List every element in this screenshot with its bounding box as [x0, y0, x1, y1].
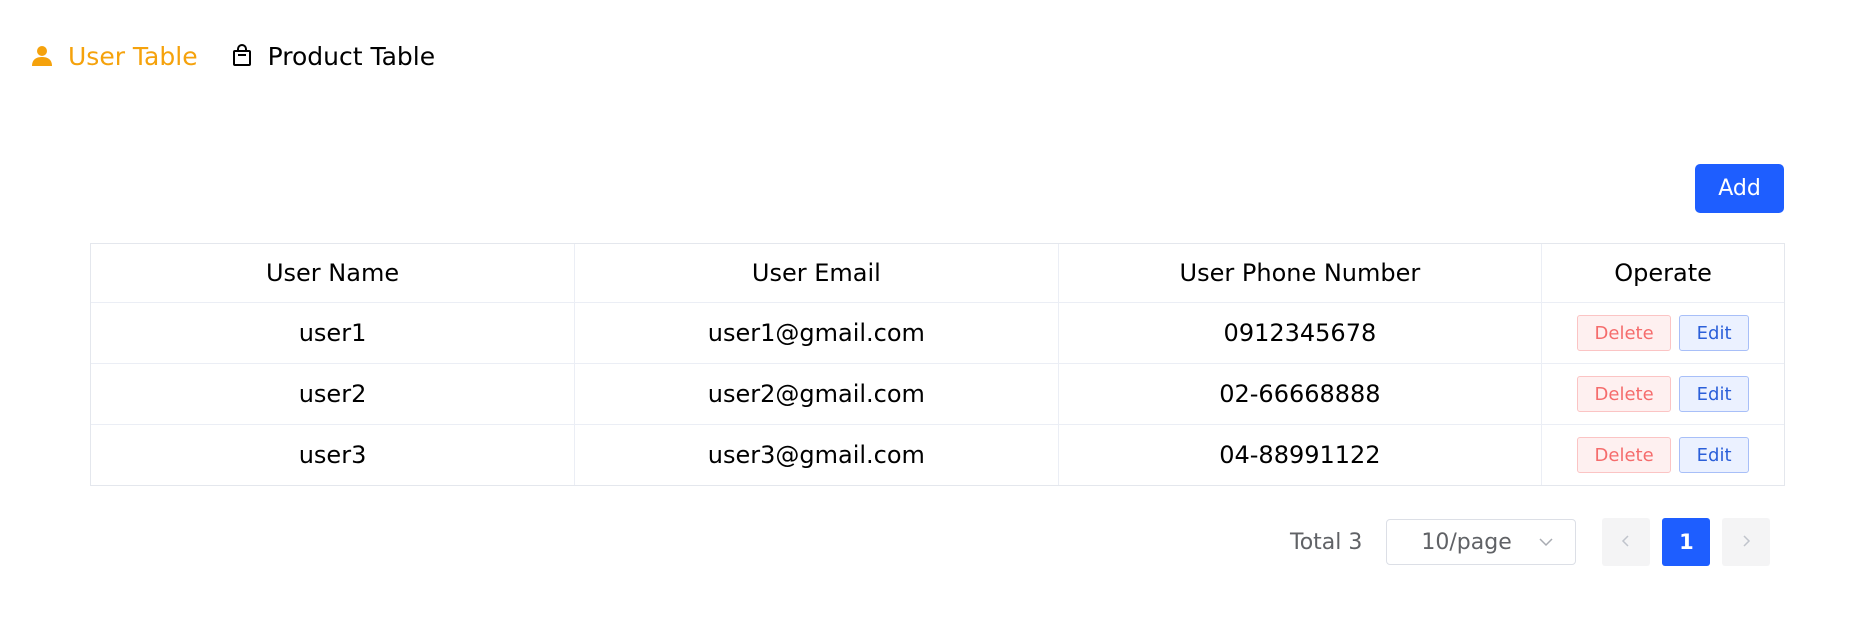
cell-operate: Delete Edit	[1541, 302, 1784, 364]
menu-item-label: User Table	[68, 41, 198, 71]
cell-operate: Delete Edit	[1541, 363, 1784, 425]
shopping-bag-icon	[230, 44, 254, 68]
table-row: user2 user2@gmail.com 02-66668888 Delete…	[91, 363, 1784, 425]
column-header-user-email: User Email	[574, 244, 1059, 303]
column-header-user-name: User Name	[91, 244, 576, 303]
row-actions: Delete Edit	[1542, 437, 1784, 473]
cell-user-phone: 02-66668888	[1058, 363, 1543, 425]
delete-button[interactable]: Delete	[1577, 376, 1672, 412]
user-table: User Name User Email User Phone Number O…	[90, 243, 1785, 486]
edit-button[interactable]: Edit	[1679, 376, 1750, 412]
cell-user-name: user3	[91, 424, 576, 485]
cell-user-email: user1@gmail.com	[574, 302, 1059, 364]
row-actions: Delete Edit	[1542, 376, 1784, 412]
cell-user-name: user2	[91, 363, 576, 425]
column-header-user-phone: User Phone Number	[1058, 244, 1543, 303]
table-row: user3 user3@gmail.com 04-88991122 Delete…	[91, 424, 1784, 486]
page-size-value: 10/page	[1421, 529, 1512, 555]
page-number-current[interactable]: 1	[1662, 518, 1711, 566]
cell-user-email: user3@gmail.com	[574, 424, 1059, 485]
delete-button[interactable]: Delete	[1577, 315, 1672, 351]
menu-item-product-table[interactable]: Product Table	[230, 41, 436, 71]
cell-user-phone: 0912345678	[1058, 302, 1543, 364]
delete-button[interactable]: Delete	[1577, 437, 1672, 473]
table-row: user1 user1@gmail.com 0912345678 Delete …	[91, 302, 1784, 364]
table-header-row: User Name User Email User Phone Number O…	[91, 244, 1784, 303]
cell-user-phone: 04-88991122	[1058, 424, 1543, 485]
menu-item-label: Product Table	[267, 41, 436, 71]
cell-operate: Delete Edit	[1542, 425, 1784, 486]
page-size-select[interactable]: 10/page	[1386, 519, 1577, 565]
column-header-operate: Operate	[1541, 244, 1784, 303]
pagination: Total 3 10/page 1	[1290, 518, 1771, 566]
cell-user-name: user1	[91, 302, 576, 364]
row-actions: Delete Edit	[1542, 315, 1784, 351]
edit-button[interactable]: Edit	[1679, 437, 1750, 473]
chevron-right-icon	[1739, 533, 1753, 552]
user-icon	[30, 44, 54, 68]
add-button[interactable]: Add	[1695, 164, 1784, 213]
total-count: Total 3	[1290, 529, 1363, 555]
chevron-left-icon	[1619, 533, 1633, 552]
prev-page-button[interactable]	[1602, 518, 1651, 566]
cell-user-email: user2@gmail.com	[574, 363, 1059, 425]
top-menu: User Table Product Table	[30, 36, 467, 76]
edit-button[interactable]: Edit	[1679, 315, 1750, 351]
menu-item-user-table[interactable]: User Table	[30, 42, 198, 71]
next-page-button[interactable]	[1722, 518, 1771, 566]
chevron-down-icon	[1537, 533, 1555, 551]
